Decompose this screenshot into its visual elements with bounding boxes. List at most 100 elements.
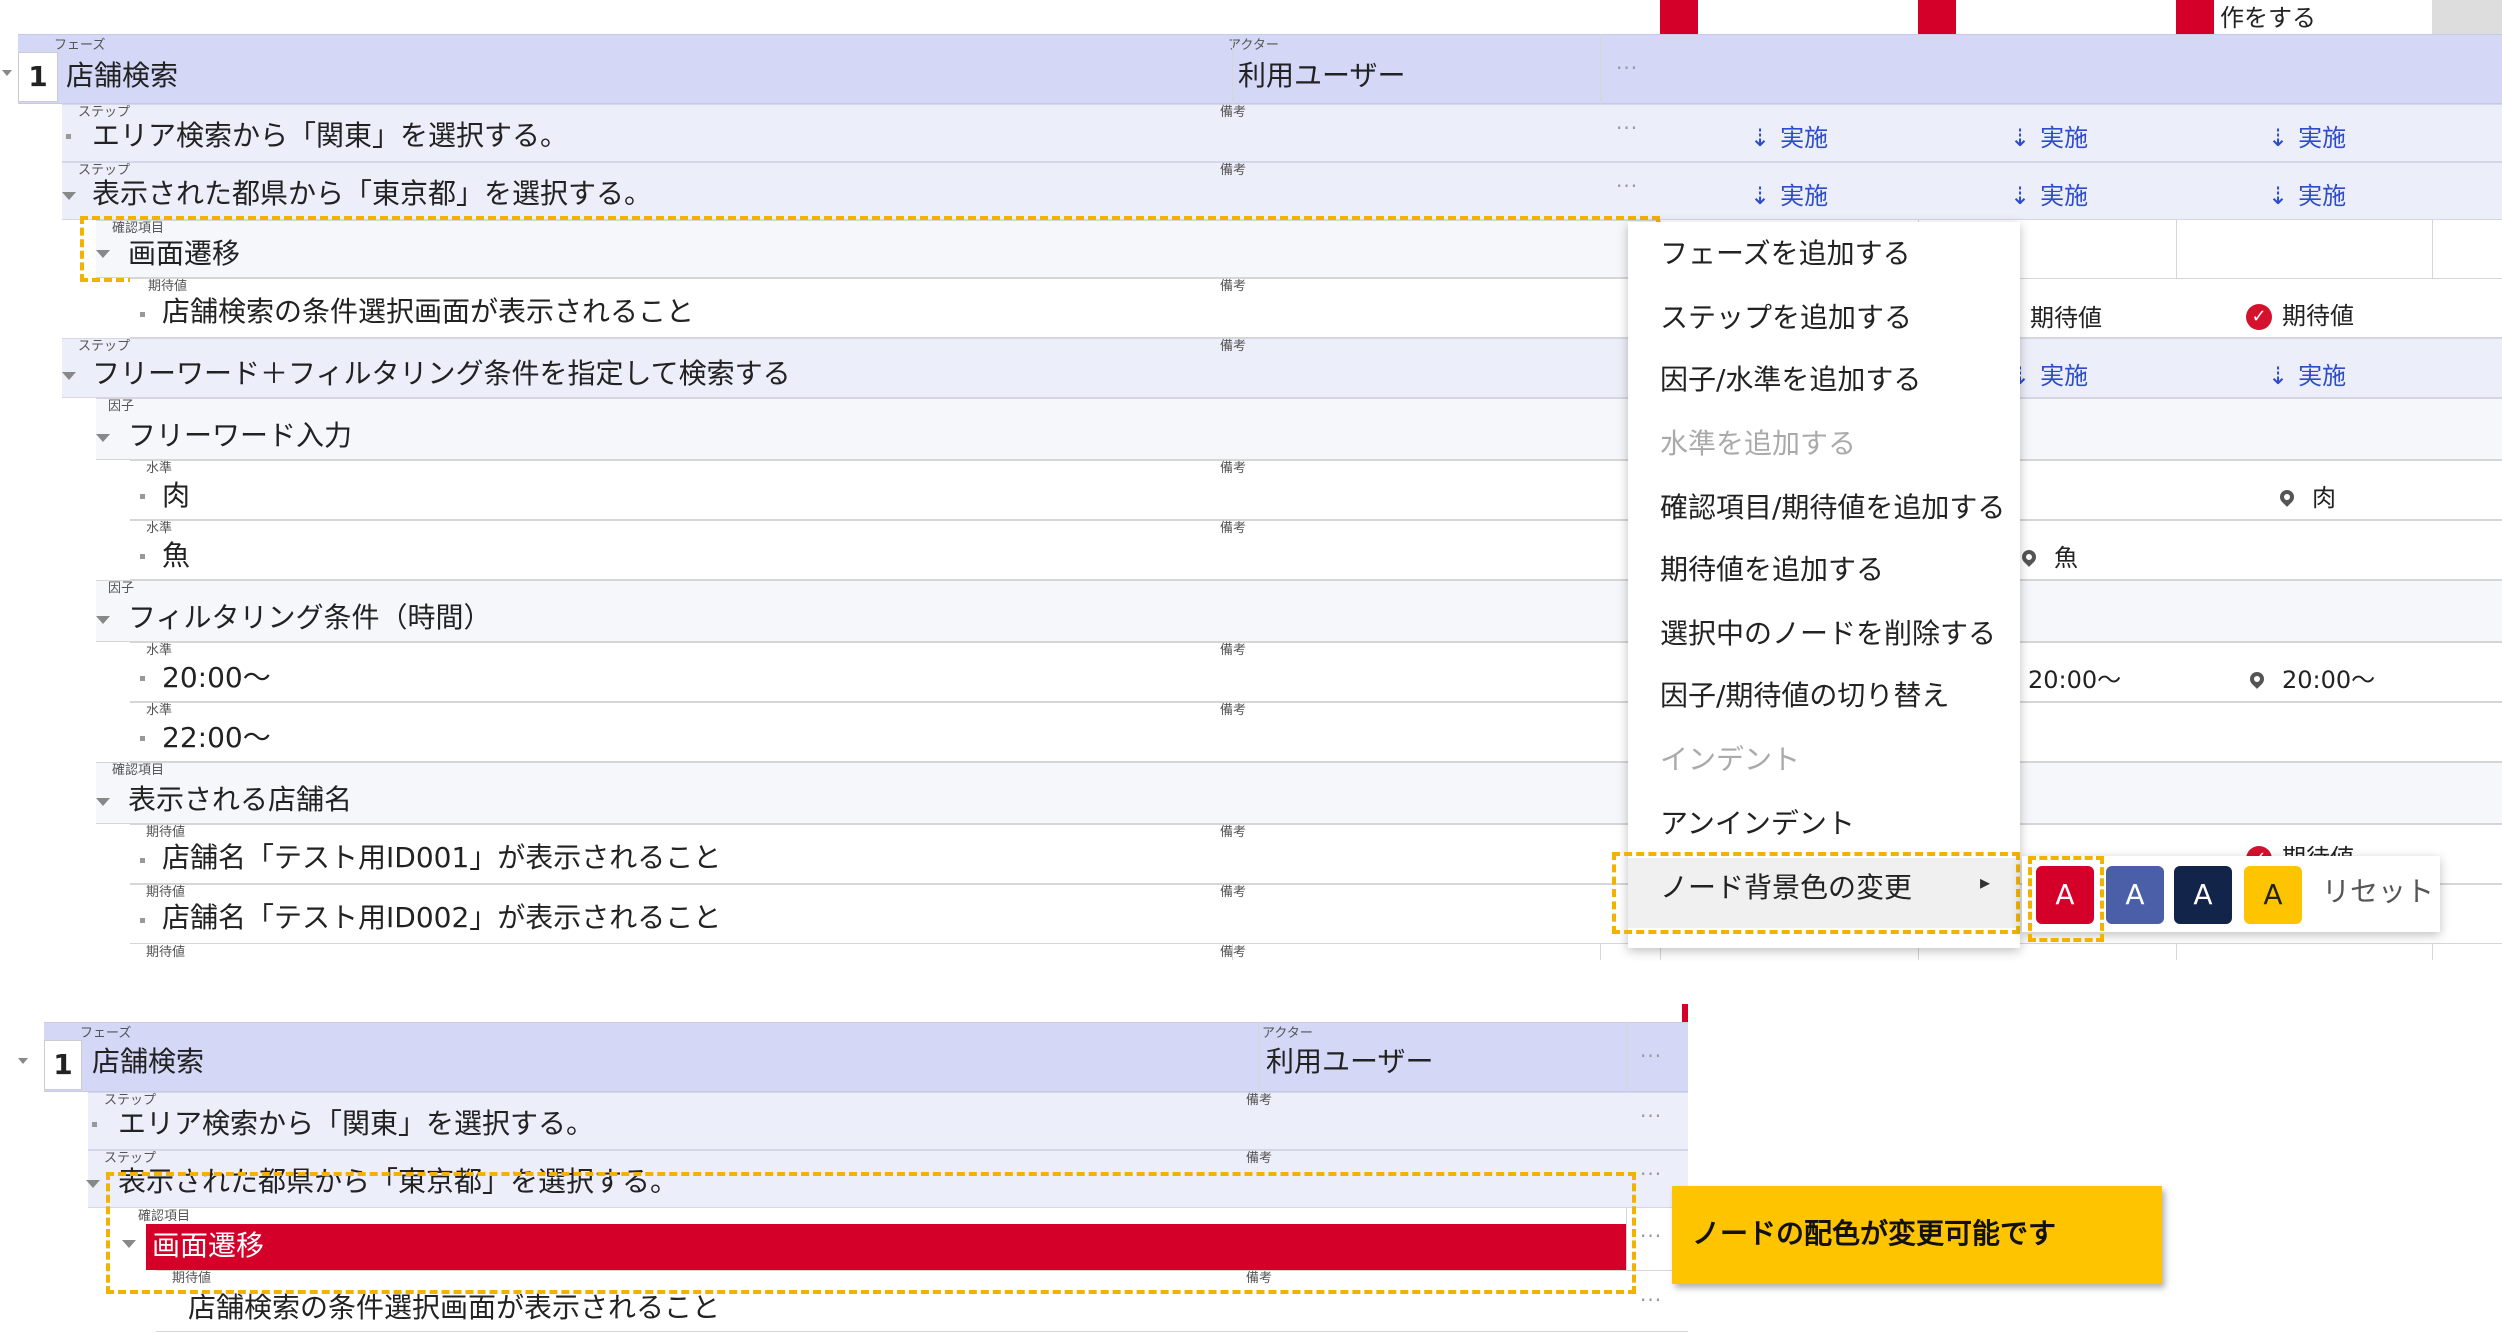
level-cell[interactable]: 20:00〜 xyxy=(2028,660,2121,695)
menu-item-add-expect[interactable]: 期待値を追加する xyxy=(1660,548,1884,588)
phase-name: 店舗検索 xyxy=(66,59,179,92)
phase-row[interactable]: フェーズ アクター xyxy=(44,1022,1688,1092)
down-arrow-icon: ⇣ xyxy=(2268,362,2289,390)
menu-item-delete-node[interactable]: 選択中のノードを削除する xyxy=(1660,612,1996,652)
node-dot xyxy=(140,676,145,681)
node-dot xyxy=(140,918,145,923)
memo-label: 備考 xyxy=(1220,825,1247,840)
factor2-text: フィルタリング条件（時間） xyxy=(128,601,492,634)
step-label: ステップ xyxy=(78,163,131,178)
check-row[interactable] xyxy=(96,762,2502,824)
memo-label: 備考 xyxy=(1220,643,1247,658)
collapse-toggle[interactable] xyxy=(96,798,110,806)
memo-label: 備考 xyxy=(1246,1151,1273,1166)
callout-text: ノードの配色が変更可能です xyxy=(1692,1217,2057,1250)
swatch-yellow[interactable]: A xyxy=(2244,866,2302,924)
memo-label: 備考 xyxy=(1220,885,1247,900)
more-button[interactable]: ··· xyxy=(1640,1162,1662,1186)
level-cell[interactable]: 肉 xyxy=(2277,478,2336,513)
node-dot xyxy=(140,858,145,863)
expect1-text: 店舗検索の条件選択画面が表示されること xyxy=(188,1291,721,1324)
collapse-toggle[interactable] xyxy=(96,616,110,624)
factor-row[interactable] xyxy=(96,398,2502,460)
menu-item-add-step[interactable]: ステップを追加する xyxy=(1660,296,1912,336)
expect-label: 期待値 xyxy=(146,885,186,900)
menu-item-add-factor[interactable]: 因子/水準を追加する xyxy=(1660,358,1921,398)
exec-cell[interactable]: ⇣ 実施 xyxy=(2010,176,2088,211)
check-label: 確認項目 xyxy=(112,763,165,778)
more-button[interactable]: ··· xyxy=(1616,174,1638,198)
exec-label: 実施 xyxy=(2298,362,2347,390)
more-button[interactable]: ··· xyxy=(1616,56,1638,80)
menu-item-add-level[interactable]: 水準を追加する xyxy=(1660,422,1856,462)
level-cell[interactable]: 20:00〜 xyxy=(2247,660,2376,695)
menu-item-indent[interactable]: インデント xyxy=(1660,738,1800,778)
exec-label: 実施 xyxy=(2298,124,2347,152)
more-button[interactable]: ··· xyxy=(1640,1288,1662,1312)
exec-cell[interactable]: ⇣ 実施 xyxy=(2268,118,2346,153)
exec-label: 実施 xyxy=(1780,182,1829,210)
menu-item-toggle-type[interactable]: 因子/期待値の切り替え xyxy=(1660,674,1949,714)
down-arrow-icon: ⇣ xyxy=(2268,124,2289,152)
level-row[interactable] xyxy=(130,520,2502,580)
cell-value: 20:00〜 xyxy=(2028,666,2122,694)
highlight-box xyxy=(1612,852,2020,934)
collapse-toggle[interactable] xyxy=(18,1058,28,1064)
step1-text: エリア検索から「関東」を選択する。 xyxy=(92,119,569,152)
memo-label: 備考 xyxy=(1220,521,1247,536)
exec-cell[interactable]: ⇣ 実施 xyxy=(2268,176,2346,211)
menu-item-unindent[interactable]: アンインデント xyxy=(1660,802,1855,842)
down-arrow-icon: ⇣ xyxy=(2010,124,2031,152)
top-red-edge xyxy=(1682,1004,1688,1024)
level-row[interactable] xyxy=(130,460,2502,520)
memo-label: 備考 xyxy=(1220,279,1247,294)
pin-icon xyxy=(2277,487,2297,507)
exec-cell[interactable]: ⇣ 実施 xyxy=(2010,118,2088,153)
step1-text: エリア検索から「関東」を選択する。 xyxy=(118,1107,595,1140)
down-arrow-icon: ⇣ xyxy=(2010,182,2031,210)
callout-box: ノードの配色が変更可能です xyxy=(1672,1186,2162,1284)
cell-value: 20:00〜 xyxy=(2282,666,2376,694)
more-button[interactable]: ··· xyxy=(1640,1224,1662,1248)
exec-cell[interactable]: ⇣ 実施 xyxy=(2010,356,2088,391)
node-dot xyxy=(92,1122,97,1127)
expect2-text: 店舗名「テスト用ID001」が表示されること xyxy=(162,841,722,874)
level-label: 水準 xyxy=(146,521,173,536)
top-screenshot: 作をする フェーズ アクター 1 店舗検索 利用ユーザー ··· ステップ 備考… xyxy=(0,0,2502,960)
collapse-toggle[interactable] xyxy=(2,70,12,76)
collapse-toggle[interactable] xyxy=(62,192,76,200)
phase-name: 店舗検索 xyxy=(92,1045,205,1078)
menu-item-add-check[interactable]: 確認項目/期待値を追加する xyxy=(1660,486,2005,526)
collapse-toggle[interactable] xyxy=(62,372,76,380)
expect-cell[interactable]: ✓ 期待値 xyxy=(2246,296,2354,331)
node-dot xyxy=(140,554,145,559)
level3-text: 20:00〜 xyxy=(162,661,271,694)
swatch-navy[interactable]: A xyxy=(2174,866,2232,924)
factor-label: 因子 xyxy=(108,581,135,596)
reset-button[interactable]: リセット xyxy=(2322,876,2434,908)
exec-label: 実施 xyxy=(2040,182,2089,210)
exec-cell[interactable]: ⇣ 実施 xyxy=(2268,356,2346,391)
phase-num-box: 1 xyxy=(18,52,58,102)
more-button[interactable]: ··· xyxy=(1640,1104,1662,1128)
level-cell[interactable]: 魚 xyxy=(2019,538,2078,573)
collapse-toggle[interactable] xyxy=(96,434,110,442)
menu-item-add-phase[interactable]: フェーズを追加する xyxy=(1660,232,1911,272)
exec-cell[interactable]: ⇣ 実施 xyxy=(1750,176,1828,211)
memo-label: 備考 xyxy=(1220,945,1247,960)
more-button[interactable]: ··· xyxy=(1640,1044,1662,1068)
level-row[interactable] xyxy=(130,702,2502,762)
expect-label: 期待値 xyxy=(148,279,188,294)
expect-cell[interactable]: 期待値 xyxy=(2030,298,2102,333)
step-label: ステップ xyxy=(78,105,131,120)
exec-cell[interactable]: ⇣ 実施 xyxy=(1750,118,1828,153)
memo-label: 備考 xyxy=(1220,163,1247,178)
level-row[interactable] xyxy=(130,642,2502,702)
down-arrow-icon: ⇣ xyxy=(2268,182,2289,210)
more-button[interactable]: ··· xyxy=(1616,116,1638,140)
collapse-toggle[interactable] xyxy=(86,1180,100,1188)
swatch-blue[interactable]: A xyxy=(2106,866,2164,924)
expect-label: 期待値 xyxy=(2030,304,2102,332)
expect1-text: 店舗検索の条件選択画面が表示されること xyxy=(162,295,695,328)
check2-text: 表示される店舗名 xyxy=(128,783,353,816)
